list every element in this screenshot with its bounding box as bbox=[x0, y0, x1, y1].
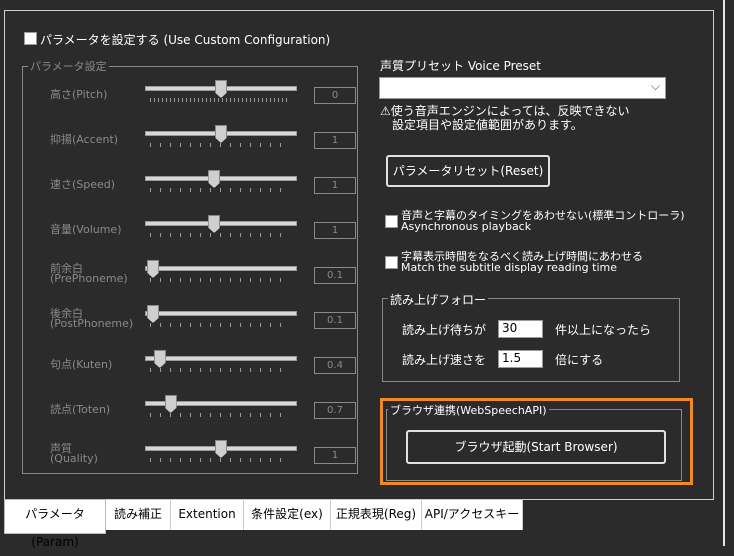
param-slider-ticks bbox=[150, 278, 290, 282]
param-slider-track[interactable] bbox=[145, 221, 297, 226]
start-browser-button[interactable]: ブラウザ起動(Start Browser) bbox=[406, 430, 666, 464]
param-value-box[interactable]: 0.4 bbox=[314, 357, 356, 374]
param-slider-track[interactable] bbox=[145, 176, 297, 181]
param-label: 読点(Toten) bbox=[50, 403, 111, 416]
voice-preset-warning-2: 設定項目や設定値範囲があります。 bbox=[392, 118, 583, 132]
param-value-box[interactable]: 1 bbox=[314, 132, 356, 149]
param-slider-ticks bbox=[150, 413, 290, 417]
follow-group-box bbox=[382, 298, 680, 382]
param-value-box[interactable]: 0.1 bbox=[314, 267, 356, 284]
follow-group-title: 読み上げフォロー bbox=[388, 291, 489, 308]
subtitle-match-checkbox[interactable] bbox=[385, 256, 398, 269]
browser-group-title: ブラウザ連携(WebSpeechAPI) bbox=[388, 402, 549, 418]
tab-reading-correction[interactable]: 読み補正 bbox=[106, 500, 171, 530]
chevron-down-icon: ⌵ bbox=[650, 79, 660, 93]
async-playback-checkbox[interactable] bbox=[385, 215, 398, 228]
window-edge bbox=[723, 0, 725, 546]
param-label: 抑揚(Accent) bbox=[50, 133, 119, 146]
follow-speed-label: 読み上げ速さを bbox=[402, 353, 487, 367]
tab-regex[interactable]: 正規表現(Reg) bbox=[331, 500, 422, 530]
reset-button[interactable]: パラメータリセット(Reset) bbox=[386, 155, 550, 187]
custom-config-label: パラメータを設定する (Use Custom Configuration) bbox=[40, 33, 331, 47]
follow-wait-input[interactable]: 30 bbox=[498, 320, 543, 338]
param-slider-track[interactable] bbox=[145, 356, 297, 361]
subtitle-match-label-2: Match the subtitle display reading time bbox=[401, 261, 617, 274]
param-slider-ticks bbox=[150, 188, 290, 192]
async-playback-label-2: Asynchronous playback bbox=[401, 220, 532, 233]
param-group-title: パラメータ設定 bbox=[28, 58, 109, 74]
param-value-box[interactable]: 1 bbox=[314, 222, 356, 239]
follow-speed-input[interactable]: 1.5 bbox=[498, 350, 543, 368]
custom-config-checkbox[interactable] bbox=[24, 32, 37, 45]
voice-preset-label: 声質プリセット Voice Preset bbox=[380, 59, 541, 73]
follow-wait-label: 読み上げ待ちが bbox=[402, 323, 487, 337]
param-slider-track[interactable] bbox=[145, 266, 297, 271]
param-slider-ticks bbox=[150, 368, 290, 372]
tab-conditions[interactable]: 条件設定(ex) bbox=[244, 500, 331, 530]
param-slider-ticks bbox=[150, 98, 290, 102]
param-value-box[interactable]: 0 bbox=[314, 87, 356, 104]
tab-extention[interactable]: Extention bbox=[171, 500, 244, 530]
param-slider-ticks bbox=[150, 458, 290, 462]
follow-wait-suffix: 件以上になったら bbox=[555, 323, 652, 337]
param-slider-ticks bbox=[150, 233, 290, 237]
param-value-box[interactable]: 1 bbox=[314, 447, 356, 464]
param-value-box[interactable]: 0.7 bbox=[314, 402, 356, 419]
param-label: 速さ(Speed) bbox=[50, 178, 116, 191]
param-label-sub: (PostPhoneme) bbox=[50, 317, 134, 330]
voice-preset-dropdown[interactable]: ⌵ bbox=[379, 77, 666, 99]
param-value-box[interactable]: 0.1 bbox=[314, 312, 356, 329]
tab-api-access-key[interactable]: API/アクセスキー bbox=[422, 500, 523, 530]
param-label-sub: (PrePhoneme) bbox=[50, 272, 128, 285]
param-slider-ticks bbox=[150, 323, 290, 327]
param-label-sub: (Quality) bbox=[50, 452, 98, 465]
param-label: 高さ(Pitch) bbox=[50, 88, 108, 101]
tab-param[interactable]: パラメータ(Param) bbox=[4, 499, 106, 549]
param-label: 句点(Kuten) bbox=[50, 358, 113, 371]
param-slider-track[interactable] bbox=[145, 311, 297, 316]
follow-speed-suffix: 倍にする bbox=[555, 353, 604, 367]
param-value-box[interactable]: 1 bbox=[314, 177, 356, 194]
param-slider-ticks bbox=[150, 143, 290, 147]
param-label: 音量(Volume) bbox=[50, 223, 122, 236]
